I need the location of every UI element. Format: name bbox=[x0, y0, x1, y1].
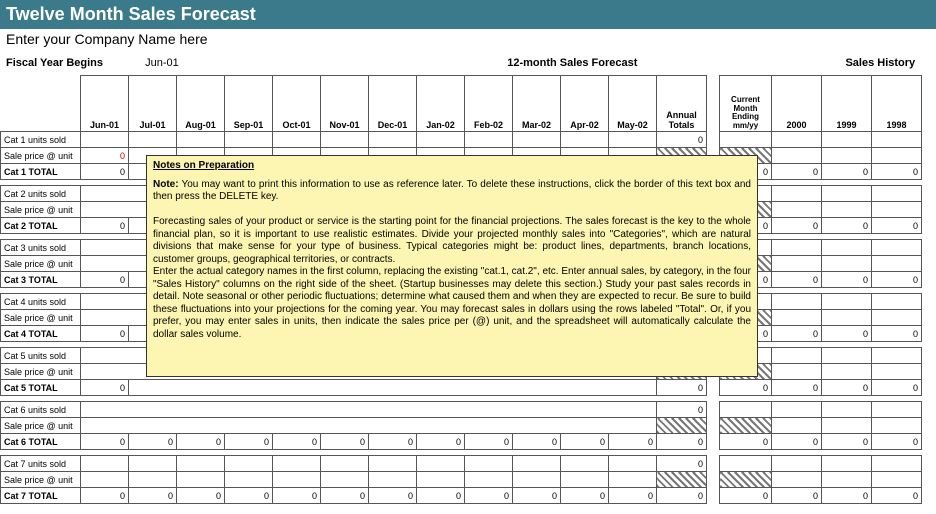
notes-paragraph: Enter the actual category names in the f… bbox=[153, 266, 751, 341]
col-month: Jan-02 bbox=[417, 76, 465, 132]
col-year: 2000 bbox=[772, 76, 822, 132]
fiscal-year-value[interactable]: Jun-01 bbox=[145, 57, 205, 69]
col-annual: AnnualTotals bbox=[657, 76, 707, 132]
col-current-month: Current Month Ending mm/yy bbox=[720, 76, 772, 132]
col-year: 1998 bbox=[872, 76, 922, 132]
col-year: 1999 bbox=[822, 76, 872, 132]
col-month: Jul-01 bbox=[129, 76, 177, 132]
notes-overlay[interactable]: Notes on Preparation Note: You may want … bbox=[146, 155, 758, 377]
col-month: Feb-02 bbox=[465, 76, 513, 132]
table-row: Sale price @ unit bbox=[1, 472, 707, 488]
col-month: Oct-01 bbox=[273, 76, 321, 132]
col-month: Apr-02 bbox=[561, 76, 609, 132]
col-month: Sep-01 bbox=[225, 76, 273, 132]
col-month: Dec-01 bbox=[369, 76, 417, 132]
table-row: Sale price @ unit bbox=[1, 418, 707, 434]
notes-paragraph: Forecasting sales of your product or ser… bbox=[153, 216, 751, 266]
table-row: Cat 1 units sold0 bbox=[1, 132, 707, 148]
table-row: Cat 7 units sold0 bbox=[1, 456, 707, 472]
forecast-title: 12-month Sales Forecast bbox=[483, 57, 662, 69]
col-month: Jun-01 bbox=[81, 76, 129, 132]
history-title: Sales History bbox=[831, 57, 930, 69]
meta-row: Fiscal Year Begins Jun-01 12-month Sales… bbox=[0, 55, 936, 75]
table-row: Cat 5 TOTAL00 bbox=[1, 380, 707, 396]
company-name-field[interactable]: Enter your Company Name here bbox=[0, 29, 936, 55]
page-title: Twelve Month Sales Forecast bbox=[6, 4, 256, 24]
spreadsheet: Jun-01 Jul-01 Aug-01 Sep-01 Oct-01 Nov-0… bbox=[0, 75, 936, 510]
table-row: Cat 7 TOTAL0000000000000 bbox=[1, 488, 707, 504]
notes-paragraph: Note: You may want to print this informa… bbox=[153, 179, 751, 204]
table-row: Cat 6 TOTAL0000000000000 bbox=[1, 434, 707, 450]
fiscal-year-label: Fiscal Year Begins bbox=[6, 57, 145, 69]
col-month: Mar-02 bbox=[513, 76, 561, 132]
header-bar: Twelve Month Sales Forecast bbox=[0, 0, 936, 29]
table-row: Cat 6 units sold0 bbox=[1, 402, 707, 418]
col-month: Aug-01 bbox=[177, 76, 225, 132]
col-month: May-02 bbox=[609, 76, 657, 132]
col-month: Nov-01 bbox=[321, 76, 369, 132]
notes-title: Notes on Preparation bbox=[153, 160, 751, 173]
